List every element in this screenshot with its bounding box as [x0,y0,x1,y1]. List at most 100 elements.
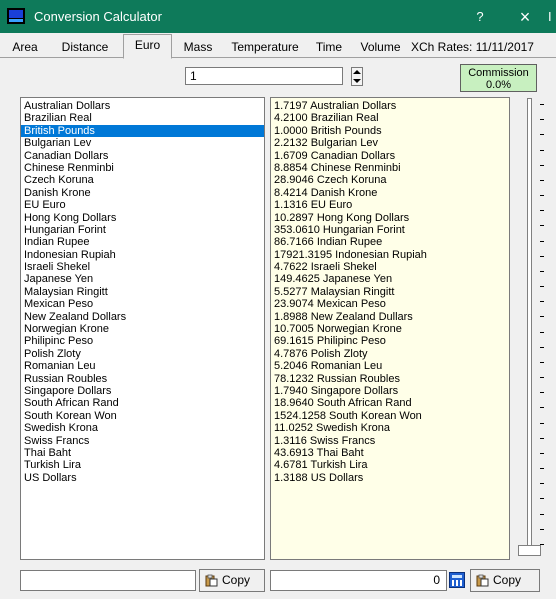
slider-tick [540,134,544,136]
conversion-item: 2.2132 Bulgarian Lev [274,137,378,150]
currency-item[interactable]: Malaysian Ringitt [21,286,264,298]
conversion-item: 8.8854 Chinese Renminbi [274,161,401,174]
clipboard-icon [476,574,489,587]
commission-box[interactable]: Commission 0.0% [460,64,537,92]
amount-spinner[interactable] [351,67,363,86]
commission-slider-thumb[interactable] [518,545,541,556]
currency-item[interactable]: Thai Baht [21,447,264,459]
conversion-results-list: 1.7197 Australian Dollars 4.2100 Brazilia… [270,97,510,560]
tab-temperature[interactable]: Temperature [224,37,306,58]
currency-item[interactable]: Indonesian Rupiah [21,249,264,261]
conversion-item: 353.0610 Hungarian Forint [274,223,405,236]
currency-item[interactable]: British Pounds [21,124,264,138]
conversion-item: 5.5277 Malaysian Ringitt [274,285,395,298]
conversion-item: 1.1316 EU Euro [274,199,353,212]
source-value-field[interactable] [20,570,196,591]
currency-item[interactable]: Russian Roubles [21,373,264,385]
conversion-item: 5.2046 Romanian Leu [274,360,383,373]
result-value-field[interactable]: 0 [270,570,447,591]
close-button[interactable]: × [512,5,538,29]
currency-item[interactable]: Japanese Yen [21,273,264,285]
currency-item[interactable]: Canadian Dollars [21,150,264,162]
currency-item[interactable]: Polish Zloty [21,348,264,360]
conversion-item: 149.4625 Japanese Yen [274,273,393,286]
slider-tick [540,270,544,272]
copy-left-button[interactable]: Copy [199,569,265,592]
slider-tick [540,422,544,424]
conversion-item: 10.2897 Hong Kong Dollars [274,211,410,224]
commission-slider-track[interactable] [527,98,532,547]
app-icon [7,8,25,24]
window-edge-glyph: I [548,9,552,24]
slider-tick [540,195,544,197]
currency-item[interactable]: Australian Dollars [21,100,264,112]
tab-area[interactable]: Area [3,37,47,58]
title-bar: Conversion Calculator ? × I [0,0,556,33]
slider-tick [540,179,544,181]
tab-time[interactable]: Time [308,37,350,58]
conversion-item: 1.8988 New Zealand Dullars [274,310,413,323]
help-button[interactable]: ? [468,6,492,28]
conversion-item: 1.3116 Swiss Francs [274,434,376,447]
currency-item[interactable]: Israeli Shekel [21,261,264,273]
currency-item[interactable]: Swedish Krona [21,422,264,434]
slider-tick [540,528,544,530]
conversion-item: 4.2100 Brazilian Real [274,112,379,125]
slider-tick [540,407,544,409]
currency-item[interactable]: US Dollars [21,472,264,484]
slider-tick [540,331,544,333]
tab-mass[interactable]: Mass [174,37,222,58]
currency-item[interactable]: South African Rand [21,397,264,409]
copy-right-button[interactable]: Copy [470,569,540,592]
currency-item[interactable]: Czech Koruna [21,174,264,186]
currency-item[interactable]: Bulgarian Lev [21,137,264,149]
currency-item[interactable]: Brazilian Real [21,112,264,124]
currency-item[interactable]: Philipinc Peso [21,335,264,347]
conversion-item: 43.6913 Thai Baht [274,446,364,459]
slider-tick [540,210,544,212]
currency-item[interactable]: Danish Krone [21,187,264,199]
slider-tick [540,377,544,379]
currency-item[interactable]: Norwegian Krone [21,323,264,335]
currency-item[interactable]: Turkish Lira [21,459,264,471]
spin-down-icon[interactable] [353,79,361,83]
currency-item[interactable]: Hong Kong Dollars [21,212,264,224]
conversion-item: 4.7876 Polish Zloty [274,347,368,360]
calculator-icon[interactable] [449,572,465,588]
conversion-item: 28.9046 Czech Koruna [274,174,387,187]
slider-tick [540,392,544,394]
slider-tick [540,286,544,288]
tab-euro[interactable]: Euro [123,34,172,59]
spin-up-icon[interactable] [353,70,361,74]
conversion-item: 1.6709 Canadian Dollars [274,149,396,162]
currency-item[interactable]: Singapore Dollars [21,385,264,397]
conversion-item: 11.0252 Swedish Krona [274,422,390,435]
slider-tick [540,316,544,318]
amount-input[interactable] [185,67,343,85]
conversion-item: 1.3188 US Dollars [274,471,364,484]
tab-volume[interactable]: Volume [352,37,409,58]
currency-item[interactable]: New Zealand Dollars [21,311,264,323]
slider-tick [540,513,544,515]
slider-tick [540,119,544,121]
currency-item[interactable]: Indian Rupee [21,236,264,248]
currency-item[interactable]: Swiss Francs [21,435,264,447]
currency-item[interactable]: Romanian Leu [21,360,264,372]
conversion-item: 10.7005 Norwegian Krone [274,323,402,336]
slider-tick [540,104,544,105]
clipboard-icon [205,574,218,587]
currency-item[interactable]: South Korean Won [21,410,264,422]
currency-item[interactable]: Hungarian Forint [21,224,264,236]
conversion-item: 8.4214 Danish Krone [274,186,378,199]
slider-tick [540,240,544,242]
currency-item[interactable]: Mexican Peso [21,298,264,310]
conversion-item: 86.7166 Indian Rupee [274,236,383,249]
commission-label: Commission [468,67,529,79]
tab-distance[interactable]: Distance [49,37,121,58]
currency-list[interactable]: Australian Dollars Brazilian Real British … [20,97,265,560]
currency-item[interactable]: EU Euro [21,199,264,211]
conversion-item: 69.1615 Philipinc Peso [274,335,386,348]
conversion-item: 23.9074 Mexican Peso [274,298,386,311]
exchange-rate-date: XCh Rates: 11/11/2017 [411,40,534,54]
currency-item[interactable]: Chinese Renminbi [21,162,264,174]
